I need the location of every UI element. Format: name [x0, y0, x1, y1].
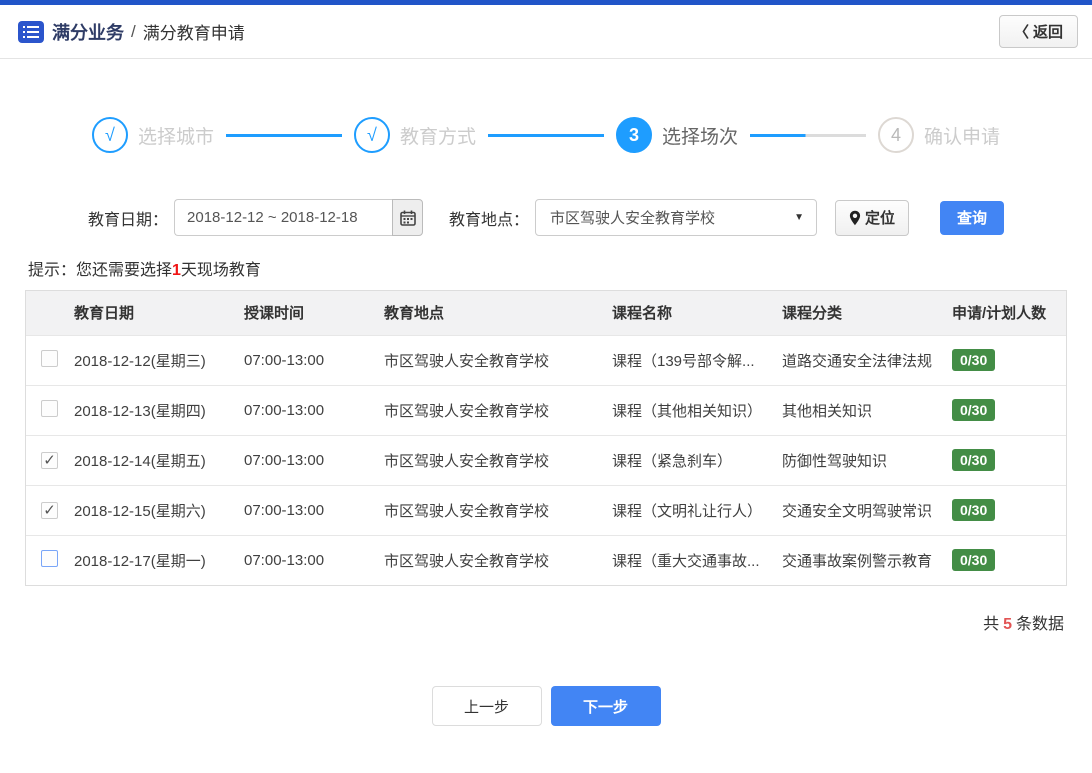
step-indicator: √ 选择城市 √ 教育方式 3 选择场次 4 确认申请	[92, 117, 1000, 153]
header-education-date: 教育日期	[70, 291, 240, 335]
locate-button-label: 定位	[865, 210, 896, 227]
hint-suffix: 天现场教育	[180, 262, 261, 279]
locate-button[interactable]: 定位	[835, 199, 910, 236]
cell-course-name: 课程（紧急刹车）	[608, 435, 778, 485]
cell-education-date: 2018-12-14(星期五)	[70, 435, 240, 485]
count-number: 5	[1003, 616, 1012, 633]
header-education-place: 教育地点	[380, 291, 608, 335]
cell-education-date: 2018-12-17(星期一)	[70, 535, 240, 585]
step-1-circle: √	[92, 117, 128, 153]
table-row[interactable]: 2018-12-15(星期六) 07:00-13:00 市区驾驶人安全教育学校 …	[26, 485, 1066, 535]
step-3-label: 选择场次	[662, 126, 739, 148]
cell-education-date: 2018-12-15(星期六)	[70, 485, 240, 535]
footer-actions: 上一步 下一步	[0, 686, 1092, 726]
next-step-button[interactable]: 下一步	[550, 686, 661, 726]
header-checkbox-spacer	[26, 291, 70, 335]
table-header-row: 教育日期 授课时间 教育地点 课程名称 课程分类 申请/计划人数	[26, 291, 1066, 335]
cell-class-time: 07:00-13:00	[240, 485, 380, 535]
step-confirm-application: 4 确认申请	[878, 117, 1000, 153]
cell-course-category: 交通安全文明驾驶常识	[778, 485, 948, 535]
table-row[interactable]: 2018-12-13(星期四) 07:00-13:00 市区驾驶人安全教育学校 …	[26, 385, 1066, 435]
step-connector-1	[226, 133, 342, 137]
cell-course-category: 交通事故案例警示教育	[778, 535, 948, 585]
cell-course-category: 道路交通安全法律法规	[778, 335, 948, 385]
cell-class-time: 07:00-13:00	[240, 335, 380, 385]
breadcrumb-section: 满分业务	[52, 22, 124, 43]
count-prefix: 共	[983, 616, 1000, 633]
date-range-input[interactable]	[174, 199, 393, 236]
quota-badge: 0/30	[952, 549, 996, 572]
breadcrumb-separator: /	[131, 21, 136, 41]
step-education-mode: √ 教育方式	[354, 117, 476, 153]
education-date-label: 教育日期：	[88, 211, 169, 229]
header-course-category: 课程分类	[778, 291, 948, 335]
table-body: 2018-12-12(星期三) 07:00-13:00 市区驾驶人安全教育学校 …	[26, 335, 1066, 585]
session-table: 教育日期 授课时间 教育地点 课程名称 课程分类 申请/计划人数 2018-12…	[25, 290, 1067, 586]
cell-education-place: 市区驾驶人安全教育学校	[380, 335, 608, 385]
previous-step-button[interactable]: 上一步	[431, 686, 542, 726]
search-button[interactable]: 查询	[940, 200, 1005, 235]
cell-education-place: 市区驾驶人安全教育学校	[380, 535, 608, 585]
table-row[interactable]: 2018-12-14(星期五) 07:00-13:00 市区驾驶人安全教育学校 …	[26, 435, 1066, 485]
row-checkbox[interactable]	[41, 549, 58, 567]
location-pin-icon	[849, 210, 861, 225]
row-checkbox[interactable]	[41, 451, 58, 469]
table-row[interactable]: 2018-12-17(星期一) 07:00-13:00 市区驾驶人安全教育学校 …	[26, 535, 1066, 585]
cell-education-date: 2018-12-12(星期三)	[70, 335, 240, 385]
cell-class-time: 07:00-13:00	[240, 535, 380, 585]
table-row[interactable]: 2018-12-12(星期三) 07:00-13:00 市区驾驶人安全教育学校 …	[26, 335, 1066, 385]
step-2-label: 教育方式	[400, 126, 477, 148]
cell-course-name: 课程（重大交通事故...	[608, 535, 778, 585]
breadcrumb-page: 满分教育申请	[142, 24, 245, 43]
count-suffix: 条数据	[1015, 616, 1064, 633]
hint-text: 提示：您还需要选择1天现场教育	[28, 256, 1092, 280]
back-button[interactable]: 〈 返回	[998, 15, 1078, 48]
cell-education-place: 市区驾驶人安全教育学校	[380, 385, 608, 435]
quota-badge: 0/30	[952, 349, 996, 371]
quota-badge: 0/30	[952, 399, 996, 421]
row-checkbox[interactable]	[41, 349, 58, 367]
cell-education-date: 2018-12-13(星期四)	[70, 385, 240, 435]
row-checkbox[interactable]	[41, 399, 58, 417]
quota-badge: 0/30	[952, 499, 996, 521]
header-class-time: 授课时间	[240, 291, 380, 335]
chevron-left-icon: 〈	[1013, 24, 1029, 41]
step-3-circle: 3	[616, 117, 652, 153]
cell-course-category: 防御性驾驶知识	[778, 435, 948, 485]
cell-class-time: 07:00-13:00	[240, 385, 380, 435]
header-applied-planned: 申请/计划人数	[948, 291, 1066, 335]
step-select-session: 3 选择场次	[616, 117, 738, 153]
dropdown-arrow-icon: ▼	[794, 212, 805, 223]
hint-prefix: 提示：您还需要选择	[28, 262, 173, 279]
record-count: 共 5 条数据	[0, 610, 1064, 634]
step-connector-2	[488, 133, 604, 137]
cell-education-place: 市区驾驶人安全教育学校	[380, 435, 608, 485]
cell-course-name: 课程（其他相关知识）	[608, 385, 778, 435]
step-4-circle: 4	[878, 117, 914, 153]
cell-course-name: 课程（文明礼让行人）	[608, 485, 778, 535]
step-connector-3	[750, 133, 866, 137]
back-button-label: 返回	[1032, 24, 1063, 41]
location-select-value: 市区驾驶人安全教育学校	[550, 210, 716, 227]
row-checkbox[interactable]	[41, 501, 58, 519]
header-course-name: 课程名称	[608, 291, 778, 335]
list-icon	[18, 20, 44, 43]
step-select-city: √ 选择城市	[92, 117, 214, 153]
quota-badge: 0/30	[952, 449, 996, 471]
step-4-label: 确认申请	[924, 126, 1001, 148]
cell-course-name: 课程（139号部令解...	[608, 335, 778, 385]
page-header: 满分业务 / 满分教育申请 〈 返回	[0, 5, 1092, 59]
location-select[interactable]: 市区驾驶人安全教育学校 ▼	[535, 199, 818, 236]
calendar-icon	[399, 210, 416, 226]
step-2-circle: √	[354, 117, 390, 153]
filter-bar: 教育日期： 教育地点： 市区驾驶人安全教育学校 ▼ 定位 查询	[88, 199, 1092, 236]
step-1-label: 选择城市	[138, 126, 215, 148]
cell-class-time: 07:00-13:00	[240, 435, 380, 485]
date-range-group	[174, 199, 424, 236]
hint-remaining-days: 1	[172, 262, 181, 279]
education-location-label: 教育地点：	[449, 211, 530, 229]
calendar-button[interactable]	[392, 199, 424, 236]
cell-education-place: 市区驾驶人安全教育学校	[380, 485, 608, 535]
cell-course-category: 其他相关知识	[778, 385, 948, 435]
